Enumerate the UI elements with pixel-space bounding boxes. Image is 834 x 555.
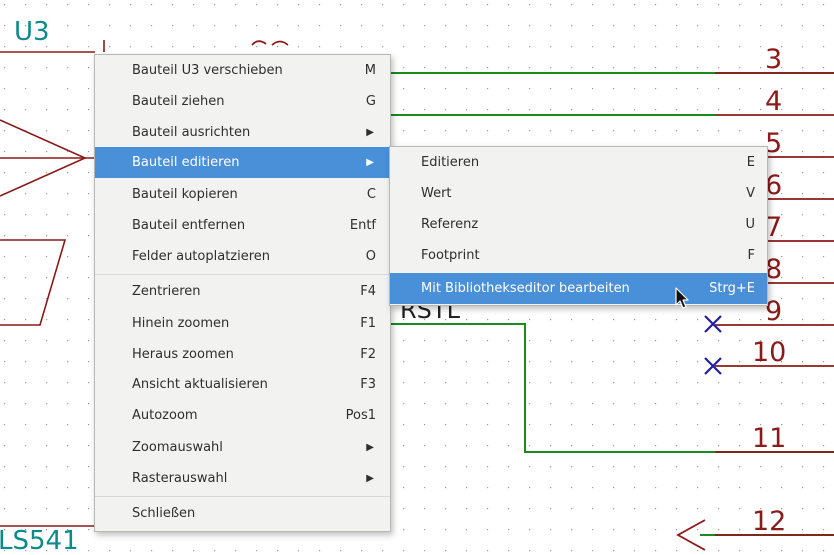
menu-item-copy-component[interactable]: Bauteil kopieren C	[95, 179, 390, 210]
submenu-arrow-icon: ▶	[366, 127, 374, 138]
submenu-arrow-icon: ▶	[366, 157, 374, 168]
component-value-label: LS541	[0, 526, 79, 555]
submenu-item-edit[interactable]: Editieren E	[390, 147, 767, 178]
menu-separator	[95, 274, 390, 275]
menu-item-zoom-select[interactable]: Zoomauswahl ▶	[95, 432, 390, 463]
submenu-item-edit-with-library-editor[interactable]: Mit Bibliothekseditor bearbeiten Strg+E	[390, 273, 767, 304]
menu-item-autozoom[interactable]: Autozoom Pos1	[95, 400, 390, 431]
submenu-item-value[interactable]: Wert V	[390, 178, 767, 209]
menu-item-delete-component[interactable]: Bauteil entfernen Entf	[95, 210, 390, 241]
submenu-item-reference[interactable]: Referenz U	[390, 209, 767, 240]
submenu-arrow-icon: ▶	[366, 442, 374, 453]
pin-number-11: 11	[752, 423, 786, 454]
context-menu: Bauteil U3 verschieben M Bauteil ziehen …	[94, 54, 391, 532]
menu-item-zoom-in[interactable]: Hinein zoomen F1	[95, 308, 390, 339]
edit-submenu: Editieren E Wert V Referenz U Footprint …	[389, 146, 768, 306]
menu-item-center[interactable]: Zentrieren F4	[95, 276, 390, 307]
pin-number-3: 3	[765, 44, 782, 75]
component-reference-label: U3	[14, 17, 50, 47]
menu-item-grid-select[interactable]: Rasterauswahl ▶	[95, 463, 390, 494]
pin-number-4: 4	[765, 86, 782, 117]
menu-separator	[95, 496, 390, 497]
menu-item-drag-component[interactable]: Bauteil ziehen G	[95, 86, 390, 117]
pin-number-10: 10	[752, 337, 786, 368]
menu-item-move-component[interactable]: Bauteil U3 verschieben M	[95, 55, 390, 86]
menu-item-autoplace-fields[interactable]: Felder autoplatzieren O	[95, 241, 390, 272]
mouse-cursor-icon	[675, 287, 689, 309]
menu-item-close[interactable]: Schließen	[95, 498, 390, 529]
pin-number-12: 12	[752, 506, 786, 537]
submenu-item-footprint[interactable]: Footprint F	[390, 240, 767, 271]
menu-item-zoom-out[interactable]: Heraus zoomen F2	[95, 339, 390, 370]
menu-item-refresh-view[interactable]: Ansicht aktualisieren F3	[95, 369, 390, 400]
menu-item-edit-component[interactable]: Bauteil editieren ▶	[95, 147, 390, 178]
menu-item-align-component[interactable]: Bauteil ausrichten ▶	[95, 117, 390, 148]
submenu-arrow-icon: ▶	[366, 473, 374, 484]
